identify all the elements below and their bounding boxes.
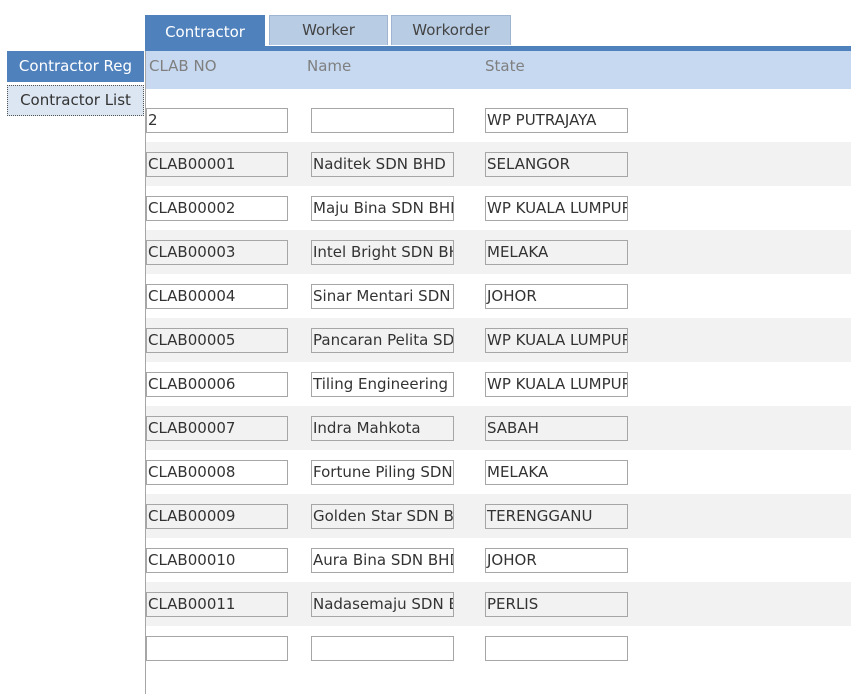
clab-no-field[interactable]: 2: [146, 108, 288, 133]
header-clab-no: CLAB NO: [149, 57, 217, 75]
state-field[interactable]: JOHOR: [485, 284, 628, 309]
list-header: CLAB NO Name State: [146, 51, 851, 89]
state-field[interactable]: PERLIS: [485, 592, 628, 617]
list-row: CLAB00006 Tiling Engineering SDN BHD WP KU…: [146, 362, 851, 406]
state-field[interactable]: SABAH: [485, 416, 628, 441]
list-row: CLAB00002 Maju Bina SDN BHD WP KUALA LUMPU…: [146, 186, 851, 230]
name-field[interactable]: Fortune Piling SDN BHD: [311, 460, 454, 485]
list-row: CLAB00008 Fortune Piling SDN BHD MELAKA: [146, 450, 851, 494]
name-field[interactable]: [311, 108, 454, 133]
clab-no-field[interactable]: CLAB00004: [146, 284, 288, 309]
clab-no-field[interactable]: CLAB00010: [146, 548, 288, 573]
list-row: CLAB00007 Indra Mahkota SABAH: [146, 406, 851, 450]
state-field[interactable]: [485, 636, 628, 661]
tab-worker[interactable]: Worker: [269, 15, 388, 45]
name-field[interactable]: Indra Mahkota: [311, 416, 454, 441]
clab-no-field[interactable]: CLAB00011: [146, 592, 288, 617]
list-row: CLAB00010 Aura Bina SDN BHD JOHOR: [146, 538, 851, 582]
state-field[interactable]: WP KUALA LUMPUR: [485, 372, 628, 397]
list-row: CLAB00004 Sinar Mentari SDN BHD JOHOR: [146, 274, 851, 318]
clab-no-field[interactable]: CLAB00001: [146, 152, 288, 177]
clab-no-field[interactable]: CLAB00009: [146, 504, 288, 529]
list-row: CLAB00009 Golden Star SDN BHD TERENGGANU: [146, 494, 851, 538]
list-row: CLAB00003 Intel Bright SDN BHD MELAKA: [146, 230, 851, 274]
clab-no-field[interactable]: CLAB00002: [146, 196, 288, 221]
name-field[interactable]: Sinar Mentari SDN BHD: [311, 284, 454, 309]
state-field[interactable]: MELAKA: [485, 240, 628, 265]
name-field[interactable]: Pancaran Pelita SDN BHD: [311, 328, 454, 353]
state-field[interactable]: WP PUTRAJAYA: [485, 108, 628, 133]
state-field[interactable]: TERENGGANU: [485, 504, 628, 529]
name-field[interactable]: Nadasemaju SDN BHD: [311, 592, 454, 617]
state-field[interactable]: SELANGOR: [485, 152, 628, 177]
name-field[interactable]: [311, 636, 454, 661]
state-field[interactable]: WP KUALA LUMPUR: [485, 328, 628, 353]
clab-no-field[interactable]: CLAB00003: [146, 240, 288, 265]
tab-contractor[interactable]: Contractor: [145, 15, 265, 47]
list-row: CLAB00001 Naditek SDN BHD SELANGOR: [146, 142, 851, 186]
contractor-reg-button[interactable]: Contractor Reg: [7, 51, 144, 82]
state-field[interactable]: JOHOR: [485, 548, 628, 573]
name-field[interactable]: Naditek SDN BHD: [311, 152, 454, 177]
header-name: Name: [307, 57, 352, 75]
header-state: State: [485, 57, 525, 75]
name-field[interactable]: Golden Star SDN BHD: [311, 504, 454, 529]
clab-no-field[interactable]: CLAB00006: [146, 372, 288, 397]
name-field[interactable]: Intel Bright SDN BHD: [311, 240, 454, 265]
state-field[interactable]: MELAKA: [485, 460, 628, 485]
list-row: CLAB00005 Pancaran Pelita SDN BHD WP KUALA…: [146, 318, 851, 362]
clab-no-field[interactable]: CLAB00007: [146, 416, 288, 441]
name-field[interactable]: Tiling Engineering SDN BHD: [311, 372, 454, 397]
clab-no-field[interactable]: CLAB00008: [146, 460, 288, 485]
clab-no-field[interactable]: [146, 636, 288, 661]
list-row: [146, 626, 851, 670]
tab-workorder[interactable]: Workorder: [391, 15, 511, 45]
state-field[interactable]: WP KUALA LUMPUR: [485, 196, 628, 221]
list-row: CLAB00011 Nadasemaju SDN BHD PERLIS: [146, 582, 851, 626]
contractor-list-button[interactable]: Contractor List: [7, 85, 144, 116]
name-field[interactable]: Aura Bina SDN BHD: [311, 548, 454, 573]
name-field[interactable]: Maju Bina SDN BHD: [311, 196, 454, 221]
list-row: 2 WP PUTRAJAYA: [146, 98, 851, 142]
clab-no-field[interactable]: CLAB00005: [146, 328, 288, 353]
